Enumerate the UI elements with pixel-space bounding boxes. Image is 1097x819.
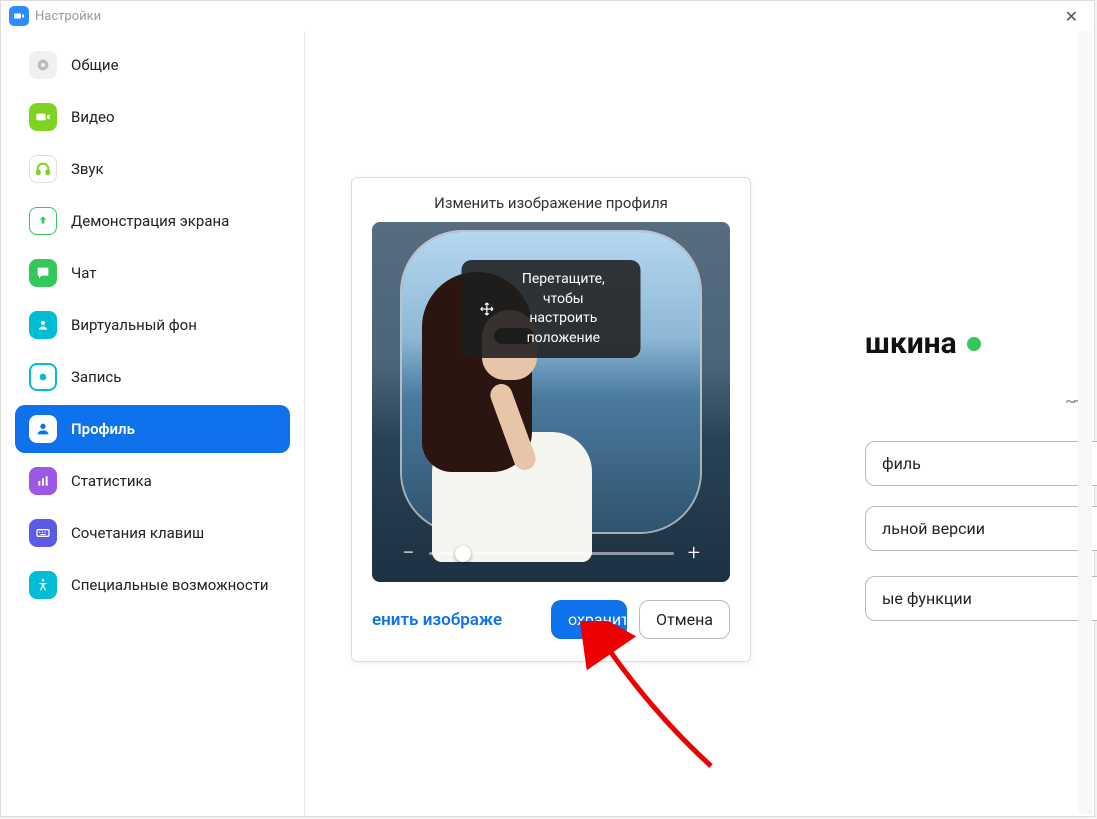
status-dot-icon xyxy=(967,337,981,351)
headphones-icon xyxy=(29,155,57,183)
profile-name-text: шкина xyxy=(865,326,957,361)
sidebar-item-audio[interactable]: Звук xyxy=(15,145,290,193)
sidebar-item-profile[interactable]: Профиль xyxy=(15,405,290,453)
zoom-out-button[interactable]: − xyxy=(402,541,415,566)
change-profile-image-modal: Изменить изображение профиля Перетащите,… xyxy=(351,177,751,662)
profile-button-2[interactable]: льной версии xyxy=(865,506,1097,551)
sidebar-item-statistics[interactable]: Статистика xyxy=(15,457,290,505)
scrollbar[interactable] xyxy=(1078,31,1092,814)
profile-button-1[interactable]: филь xyxy=(865,441,1097,486)
close-icon[interactable]: ✕ xyxy=(1057,3,1086,30)
record-icon xyxy=(29,363,57,391)
sidebar-item-label: Чат xyxy=(71,264,97,282)
cancel-button[interactable]: Отмена xyxy=(639,600,730,639)
sidebar-item-label: Сочетания клавиш xyxy=(71,524,204,542)
drag-tip-line1: Перетащите, чтобы xyxy=(504,270,622,309)
image-crop-area[interactable]: Перетащите, чтобы настроить положение − … xyxy=(372,222,730,582)
profile-icon xyxy=(29,415,57,443)
app-icon xyxy=(9,6,29,26)
sidebar-item-label: Специальные возможности xyxy=(71,576,269,594)
zoom-slider: − + xyxy=(402,541,700,566)
sidebar-item-accessibility[interactable]: Специальные возможности xyxy=(15,561,290,609)
share-screen-icon xyxy=(29,207,57,235)
sidebar-item-label: Профиль xyxy=(71,420,135,438)
settings-window: Настройки ✕ Общие Видео Звук xyxy=(0,0,1095,817)
chat-icon xyxy=(29,259,57,287)
sidebar-item-label: Демонстрация экрана xyxy=(71,212,229,230)
profile-button-1-label: филь xyxy=(882,454,921,473)
sidebar-item-virtual-background[interactable]: Виртуальный фон xyxy=(15,301,290,349)
save-button[interactable]: охранит xyxy=(551,600,627,639)
profile-button-2-label: льной версии xyxy=(882,519,985,538)
drag-tip-line2: настроить положение xyxy=(504,309,622,348)
zoom-thumb[interactable] xyxy=(455,546,471,562)
keyboard-icon xyxy=(29,519,57,547)
profile-name: шкина xyxy=(865,326,981,361)
drag-tooltip: Перетащите, чтобы настроить положение xyxy=(462,260,641,358)
profile-button-3[interactable]: ые функции xyxy=(865,576,1097,621)
sidebar-item-chat[interactable]: Чат xyxy=(15,249,290,297)
profile-button-3-label: ые функции xyxy=(882,589,972,608)
zoom-track[interactable] xyxy=(429,552,674,555)
sidebar-item-share-screen[interactable]: Демонстрация экрана xyxy=(15,197,290,245)
sidebar-item-label: Видео xyxy=(71,108,115,126)
virtual-background-icon xyxy=(29,311,57,339)
move-icon xyxy=(480,300,495,318)
titlebar-left: Настройки xyxy=(9,6,101,26)
sidebar-item-general[interactable]: Общие xyxy=(15,41,290,89)
sidebar-item-recording[interactable]: Запись xyxy=(15,353,290,401)
sidebar-item-shortcuts[interactable]: Сочетания клавиш xyxy=(15,509,290,557)
zoom-in-button[interactable]: + xyxy=(688,541,700,566)
titlebar: Настройки ✕ xyxy=(1,1,1094,31)
modal-actions: енить изображе охранит Отмена xyxy=(352,582,750,661)
sidebar-item-video[interactable]: Видео xyxy=(15,93,290,141)
video-icon xyxy=(29,103,57,131)
sidebar-item-label: Виртуальный фон xyxy=(71,316,197,334)
sidebar-item-label: Статистика xyxy=(71,472,152,490)
accessibility-icon xyxy=(29,571,57,599)
window-title: Настройки xyxy=(35,9,101,24)
change-image-link[interactable]: енить изображе xyxy=(372,610,502,630)
sidebar-item-label: Запись xyxy=(71,368,121,386)
sidebar-item-label: Звук xyxy=(71,160,104,178)
stats-icon xyxy=(29,467,57,495)
sidebar: Общие Видео Звук Демонстрация экрана xyxy=(1,31,305,816)
modal-title: Изменить изображение профиля xyxy=(352,178,750,222)
sidebar-item-label: Общие xyxy=(71,56,119,74)
gear-icon xyxy=(29,51,57,79)
